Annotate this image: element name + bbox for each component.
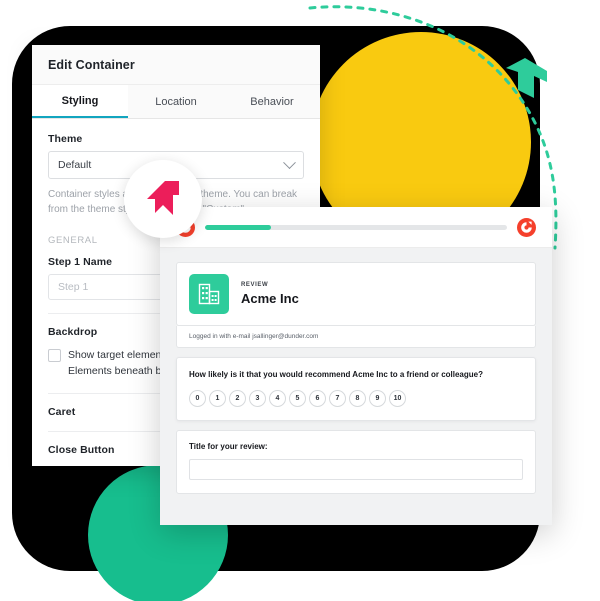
page-title: Edit Container <box>48 57 135 72</box>
preview-body: REVIEW Acme Inc Logged in with e-mail js… <box>160 248 552 525</box>
tab-styling[interactable]: Styling <box>32 85 128 118</box>
survey-preview-window: REVIEW Acme Inc Logged in with e-mail js… <box>160 207 552 525</box>
backdrop-checkbox[interactable] <box>48 349 61 362</box>
nps-option-6[interactable]: 6 <box>309 389 326 407</box>
panel-header: Edit Container <box>32 45 320 85</box>
theme-select-value: Default <box>58 159 92 171</box>
tab-behavior[interactable]: Behavior <box>224 85 320 118</box>
nps-question-text: How likely is it that you would recommen… <box>189 370 483 379</box>
progress-bar <box>205 224 507 230</box>
cursor-badge <box>124 160 202 238</box>
nps-question-card: How likely is it that you would recommen… <box>176 357 536 421</box>
chevron-down-icon <box>283 155 296 169</box>
nps-option-9[interactable]: 9 <box>369 389 386 407</box>
nps-option-7[interactable]: 7 <box>329 389 346 407</box>
nps-option-1[interactable]: 1 <box>209 389 226 407</box>
nps-scale[interactable]: 0 1 2 3 4 5 6 7 8 9 10 <box>189 389 523 407</box>
nps-option-0[interactable]: 0 <box>189 389 206 407</box>
tab-location[interactable]: Location <box>128 85 224 118</box>
arrow-up-icon <box>506 58 547 98</box>
g2-logo-icon <box>517 217 536 237</box>
panel-tabs: Styling Location Behavior <box>32 85 320 119</box>
screenshot-stage: Edit Container Styling Location Behavior… <box>0 0 600 601</box>
nps-option-4[interactable]: 4 <box>269 389 286 407</box>
company-name: Acme Inc <box>241 291 299 306</box>
company-row: REVIEW Acme Inc <box>189 274 523 314</box>
nps-option-10[interactable]: 10 <box>389 389 406 407</box>
cursor-arrow-icon <box>147 181 179 215</box>
progress-bar-fill <box>205 224 272 230</box>
nps-option-2[interactable]: 2 <box>229 389 246 407</box>
review-title-card: Title for your review: <box>176 429 536 494</box>
building-icon <box>189 274 229 314</box>
nps-option-5[interactable]: 5 <box>289 389 306 407</box>
company-info: REVIEW Acme Inc <box>241 282 299 306</box>
nps-option-8[interactable]: 8 <box>349 389 366 407</box>
nps-option-3[interactable]: 3 <box>249 389 266 407</box>
theme-label: Theme <box>48 133 83 145</box>
review-title-input[interactable] <box>189 458 523 480</box>
logged-in-status: Logged in with e-mail jsallinger@dunder.… <box>176 326 536 348</box>
company-card: REVIEW Acme Inc <box>176 262 536 326</box>
review-kicker: REVIEW <box>241 282 269 288</box>
preview-topbar <box>160 207 552 248</box>
review-title-label: Title for your review: <box>189 441 268 451</box>
